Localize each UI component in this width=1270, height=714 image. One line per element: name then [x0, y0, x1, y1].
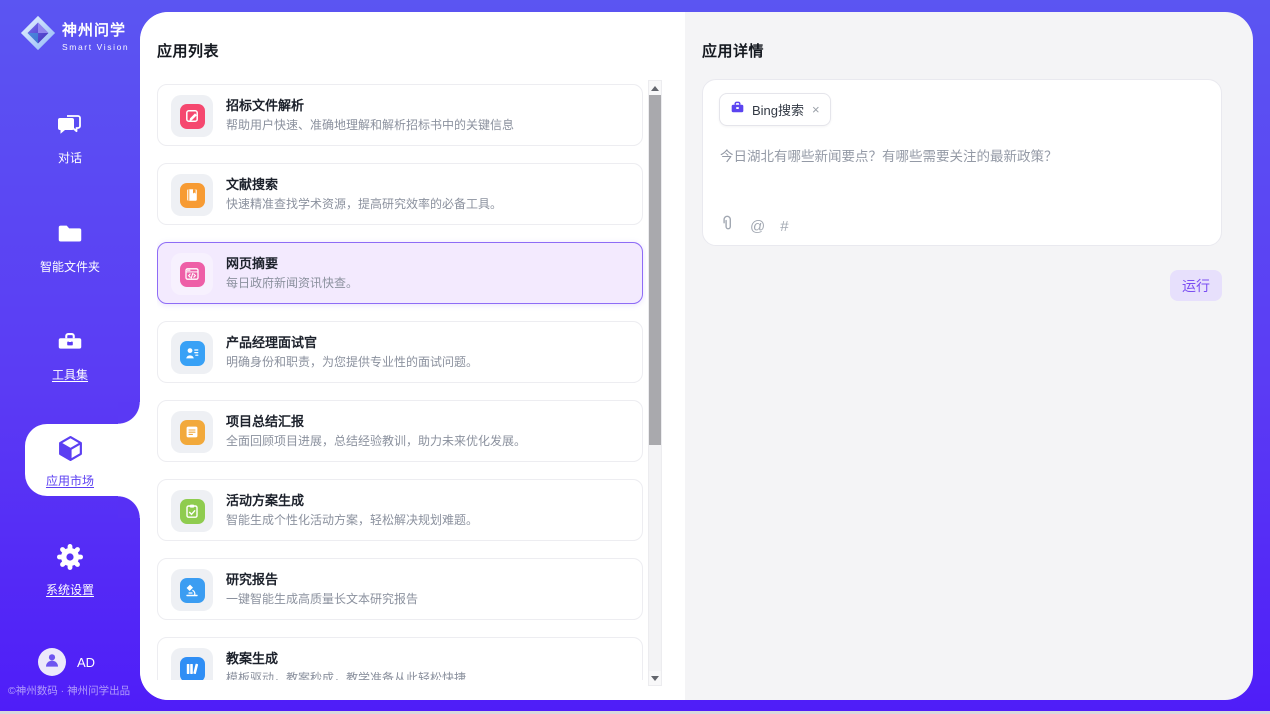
brand-tagline: Smart Vision [62, 42, 129, 52]
input-toolbar: @ # [720, 215, 789, 237]
app-card-pm-interviewer[interactable]: 产品经理面试官 明确身份和职责，为您提供专业性的面试问题。 [157, 321, 643, 383]
app-card-desc: 全面回顾项目进展，总结经验教训，助力未来优化发展。 [226, 432, 526, 449]
app-list-panel: 应用列表 招标文件解析 帮助用户快速、准确地理解和解析招标书中的关键信息 [140, 12, 685, 700]
interviewer-icon [180, 341, 205, 366]
note-icon [180, 420, 205, 445]
book-icon [180, 183, 205, 208]
triangle-down-icon [651, 676, 659, 681]
app-card-title: 文献搜索 [226, 174, 278, 193]
sidebar-item-smart-folder[interactable]: 智能文件夹 [0, 219, 140, 275]
card-icon-container [171, 95, 213, 137]
card-icon-container [171, 648, 213, 680]
card-icon-container [171, 253, 213, 295]
app-card-bid-document-analysis[interactable]: 招标文件解析 帮助用户快速、准确地理解和解析招标书中的关键信息 [157, 84, 643, 146]
app-card-title: 教案生成 [226, 648, 278, 667]
card-icon-container [171, 411, 213, 453]
avatar[interactable] [38, 648, 66, 676]
triangle-up-icon [651, 86, 659, 91]
app-card-title: 网页摘要 [226, 253, 278, 272]
brand-logo: 神州问学 Smart Vision [19, 14, 129, 57]
folder-icon [0, 219, 140, 254]
bubble-notch-bottom [118, 496, 140, 518]
card-icon-container [171, 174, 213, 216]
clipboard-check-icon [180, 499, 205, 524]
sidebar-item-settings[interactable]: 系统设置 [0, 542, 140, 598]
microscope-icon [180, 578, 205, 603]
app-card-title: 产品经理面试官 [226, 332, 317, 351]
card-icon-container [171, 569, 213, 611]
content-surface: 应用列表 招标文件解析 帮助用户快速、准确地理解和解析招标书中的关键信息 [140, 12, 1253, 700]
brand-name: 神州问学 [62, 19, 129, 40]
app-card-literature-search[interactable]: 文献搜索 快速精准查找学术资源，提高研究效率的必备工具。 [157, 163, 643, 225]
query-input-text[interactable]: 今日湖北有哪些新闻要点？有哪些需要关注的最新政策？ [720, 147, 1201, 167]
sidebar-item-app-market[interactable]: 应用市场 [0, 434, 140, 489]
bubble-notch-top [118, 402, 140, 424]
hash-icon[interactable]: # [780, 219, 788, 234]
app-card-desc: 每日政府新闻资讯快查。 [226, 274, 358, 291]
app-card-desc: 快速精准查找学术资源，提高研究效率的必备工具。 [226, 195, 502, 212]
sidebar-item-toolset[interactable]: 工具集 [0, 327, 140, 383]
cube-icon [0, 434, 140, 468]
app-card-title: 招标文件解析 [226, 95, 304, 114]
app-card-title: 活动方案生成 [226, 490, 304, 509]
paperclip-icon[interactable] [720, 215, 735, 237]
user-initials: AD [77, 655, 95, 670]
sidebar-item-chat[interactable]: 对话 [0, 110, 140, 166]
run-button[interactable]: 运行 [1170, 270, 1222, 301]
app-card-title: 研究报告 [226, 569, 278, 588]
app-detail-title: 应用详情 [702, 40, 764, 61]
app-card-desc: 明确身份和职责，为您提供专业性的面试问题。 [226, 353, 478, 370]
app-card-desc: 模板驱动，教案秒成，教学准备从此轻松快捷 [226, 669, 466, 680]
sidebar-item-label: 系统设置 [0, 581, 140, 598]
tool-chip-bing-search[interactable]: Bing搜索 × [719, 93, 831, 126]
card-icon-container [171, 490, 213, 532]
gear-icon [0, 542, 140, 577]
app-card-desc: 智能生成个性化活动方案，轻松解决规划难题。 [226, 511, 478, 528]
brand-text: 神州问学 Smart Vision [62, 19, 129, 52]
sidebar-item-label: 智能文件夹 [0, 258, 140, 275]
app-list-title: 应用列表 [157, 40, 219, 61]
list-scrollbar[interactable] [648, 80, 662, 686]
tool-chip-label: Bing搜索 [752, 100, 804, 119]
app-card-lesson-plan[interactable]: 教案生成 模板驱动，教案秒成，教学准备从此轻松快捷 [157, 637, 643, 680]
app-card-event-plan[interactable]: 活动方案生成 智能生成个性化活动方案，轻松解决规划难题。 [157, 479, 643, 541]
person-icon [43, 651, 61, 674]
app-card-desc: 帮助用户快速、准确地理解和解析招标书中的关键信息 [226, 116, 514, 133]
sidebar: 神州问学 Smart Vision 对话 智能文件夹 [0, 0, 140, 711]
app-list-scroll-area: 招标文件解析 帮助用户快速、准确地理解和解析招标书中的关键信息 [157, 84, 646, 680]
query-card: Bing搜索 × 今日湖北有哪些新闻要点？有哪些需要关注的最新政策？ @ # [702, 79, 1222, 246]
card-icon-container [171, 332, 213, 374]
briefcase-icon [730, 100, 745, 120]
browser-code-icon [180, 262, 205, 287]
app-card-title: 项目总结汇报 [226, 411, 304, 430]
scrollbar-thumb[interactable] [649, 95, 661, 445]
at-icon[interactable]: @ [750, 219, 765, 234]
app-card-project-summary[interactable]: 项目总结汇报 全面回顾项目进展，总结经验教训，助力未来优化发展。 [157, 400, 643, 462]
app-card-research-report[interactable]: 研究报告 一键智能生成高质量长文本研究报告 [157, 558, 643, 620]
diamond-logo-icon [19, 14, 57, 57]
scroll-up-button[interactable] [649, 81, 661, 95]
sidebar-item-label: 工具集 [0, 366, 140, 383]
copyright-text: ©神州数码 · 神州问学出品 [8, 683, 130, 698]
app-window: 神州问学 Smart Vision 对话 智能文件夹 [0, 0, 1270, 714]
books-icon [180, 657, 205, 681]
chat-icon [0, 110, 140, 145]
close-icon[interactable]: × [812, 103, 820, 116]
toolbox-icon [0, 327, 140, 362]
user-account[interactable]: AD [38, 648, 95, 676]
app-card-desc: 一键智能生成高质量长文本研究报告 [226, 590, 418, 607]
scroll-down-button[interactable] [649, 671, 661, 685]
app-card-web-summary[interactable]: 网页摘要 每日政府新闻资讯快查。 [157, 242, 643, 304]
document-edit-icon [180, 104, 205, 129]
sidebar-item-label: 应用市场 [0, 472, 140, 489]
sidebar-item-label: 对话 [0, 149, 140, 166]
